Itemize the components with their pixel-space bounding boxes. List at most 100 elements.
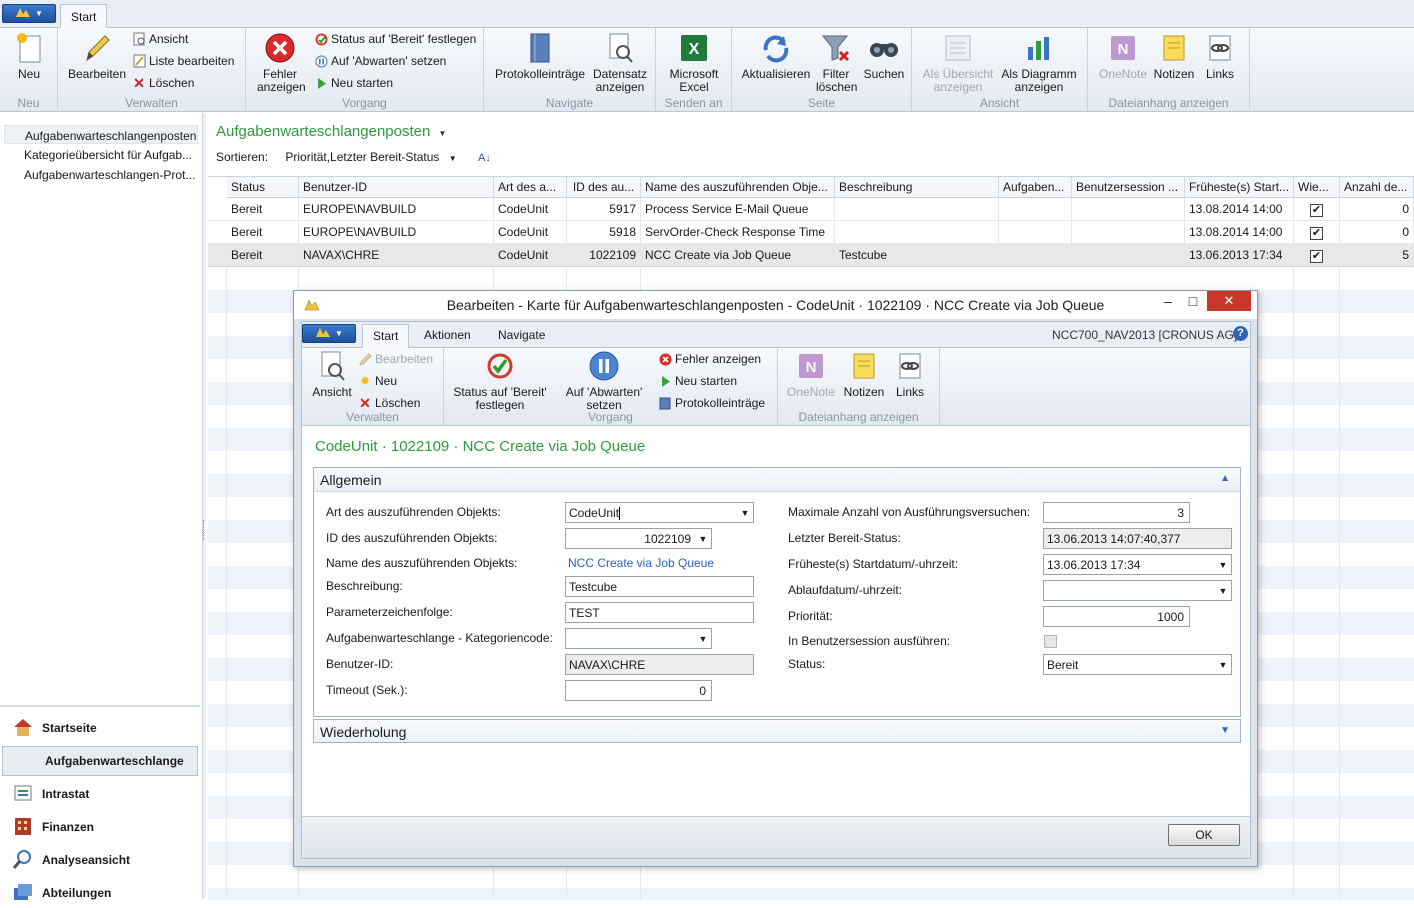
- dialog-notes-button[interactable]: Notizen: [840, 350, 888, 399]
- error-icon: [264, 32, 296, 64]
- nav-section-departments[interactable]: Abteilungen: [0, 878, 200, 908]
- page-title[interactable]: Aufgabenwarteschlangenposten ▼: [216, 123, 446, 140]
- column-header-object-type[interactable]: Art des a...: [494, 177, 567, 198]
- dialog-tab-actions[interactable]: Aktionen: [414, 324, 481, 349]
- set-status-ready-button[interactable]: Status auf 'Bereit' festlegen: [314, 30, 476, 48]
- notes-button[interactable]: Notizen: [1150, 32, 1198, 81]
- table-row[interactable]: Bereit EUROPE\NAVBUILD CodeUnit 5917 Pro…: [208, 198, 1414, 221]
- show-as-list-button[interactable]: Als Übersicht anzeigen: [920, 32, 996, 94]
- column-header-object-id[interactable]: ID des au...: [567, 177, 641, 198]
- log-entries-button[interactable]: Protokolleinträge: [494, 32, 586, 81]
- dialog-show-error-button[interactable]: Fehler anzeigen: [658, 350, 761, 368]
- minimize-button[interactable]: –: [1158, 291, 1178, 311]
- priority-input[interactable]: 1000: [1043, 606, 1190, 627]
- view-button[interactable]: Ansicht: [132, 30, 188, 48]
- maximize-button[interactable]: □: [1182, 291, 1204, 311]
- onenote-button[interactable]: N OneNote: [1096, 32, 1150, 81]
- nav-section-home[interactable]: Startseite: [0, 713, 200, 743]
- nav-splitter[interactable]: [203, 113, 206, 899]
- dialog-tab-start[interactable]: Start: [362, 324, 410, 348]
- category-code-select[interactable]: ▼: [565, 628, 712, 649]
- group-seite: Aktualisieren Filter löschen Suchen Seit…: [732, 28, 912, 112]
- application-menu-button[interactable]: ▼: [2, 4, 56, 23]
- column-header-attempts[interactable]: Anzahl de...: [1340, 177, 1414, 198]
- recurring-checkbox[interactable]: ✔: [1310, 227, 1323, 240]
- description-input[interactable]: Testcube: [565, 576, 754, 597]
- ok-button[interactable]: OK: [1168, 824, 1240, 846]
- nav-section-job-queue[interactable]: Aufgabenwarteschlange: [2, 746, 198, 776]
- column-header-user-session[interactable]: Benutzersession ...: [1072, 177, 1185, 198]
- delete-button[interactable]: ✕ Löschen: [132, 74, 194, 92]
- object-type-select[interactable]: CodeUnit ▼: [565, 502, 754, 523]
- show-error-button[interactable]: Fehler anzeigen: [252, 32, 308, 94]
- close-button[interactable]: ✕: [1207, 291, 1251, 311]
- onenote-icon: N: [795, 350, 827, 382]
- object-id-value: 1022109: [644, 532, 691, 546]
- dialog-tab-navigate[interactable]: Navigate: [488, 324, 555, 349]
- nav-section-intrastat[interactable]: Intrastat: [0, 779, 200, 809]
- column-header-user-id[interactable]: Benutzer-ID: [299, 177, 494, 198]
- recurring-checkbox[interactable]: ✔: [1310, 250, 1323, 263]
- expiration-picker[interactable]: ▼: [1043, 580, 1232, 601]
- nav-link-job-queue-entries[interactable]: Aufgabenwarteschlangenposten: [4, 125, 198, 144]
- fasttab-general-header[interactable]: Allgemein ▲: [313, 467, 1241, 491]
- dialog-set-ready-button[interactable]: Status auf 'Bereit' festlegen: [450, 350, 550, 412]
- help-icon[interactable]: ?: [1233, 326, 1248, 341]
- table-row[interactable]: Bereit EUROPE\NAVBUILD CodeUnit 5918 Ser…: [208, 221, 1414, 244]
- refresh-button[interactable]: Aktualisieren: [740, 32, 812, 81]
- timeout-input[interactable]: 0: [565, 680, 712, 701]
- dialog-edit-button[interactable]: Bearbeiten: [358, 350, 433, 368]
- nav-link-category-overview[interactable]: Kategorieübersicht für Aufgab...: [4, 145, 198, 164]
- nav-section-finance[interactable]: Finanzen: [0, 812, 200, 842]
- new-star-icon: ✸: [359, 374, 371, 388]
- pencil-icon: [358, 352, 372, 366]
- max-attempts-input[interactable]: 3: [1043, 502, 1190, 523]
- run-in-user-session-checkbox[interactable]: [1044, 635, 1057, 648]
- delete-x-icon: ✕: [359, 394, 371, 411]
- excel-button[interactable]: X Microsoft Excel: [662, 32, 726, 94]
- clear-filter-button[interactable]: Filter löschen: [814, 32, 858, 94]
- dialog-view-button[interactable]: Ansicht: [308, 350, 356, 399]
- dialog-links-button[interactable]: Links: [890, 350, 930, 399]
- new-button[interactable]: Neu: [6, 32, 52, 81]
- edit-button[interactable]: Bearbeiten: [66, 32, 128, 81]
- restart-button[interactable]: Neu starten: [314, 74, 393, 92]
- column-header-category[interactable]: Aufgaben...: [999, 177, 1072, 198]
- earliest-start-picker[interactable]: 13.06.2013 17:34 ▼: [1043, 554, 1232, 575]
- edit-list-button[interactable]: Liste bearbeiten: [132, 52, 234, 70]
- set-on-hold-button[interactable]: Auf 'Abwarten' setzen: [314, 52, 446, 70]
- table-row-selected[interactable]: Bereit NAVAX\CHRE CodeUnit 1022109 NCC C…: [208, 244, 1414, 267]
- nav-link-job-queue-log[interactable]: Aufgabenwarteschlangen-Prot...: [4, 165, 198, 184]
- cell-user-session: [1072, 198, 1185, 221]
- excel-icon: X: [678, 32, 710, 64]
- edit-list-icon: [132, 54, 146, 68]
- links-button[interactable]: Links: [1200, 32, 1240, 81]
- dialog-titlebar[interactable]: Bearbeiten - Karte für Aufgabenwarteschl…: [294, 291, 1257, 319]
- dialog-view-label: Ansicht: [312, 385, 352, 399]
- nav-section-analysis[interactable]: Analyseansicht: [0, 845, 200, 875]
- recurring-checkbox[interactable]: ✔: [1310, 204, 1323, 217]
- show-record-button[interactable]: Datensatz anzeigen: [588, 32, 652, 94]
- show-as-chart-button[interactable]: Als Diagramm anzeigen: [1000, 32, 1078, 94]
- column-header-earliest-start[interactable]: Früheste(s) Start...: [1185, 177, 1294, 198]
- fasttab-recurrence-header[interactable]: Wiederholung ▼: [313, 719, 1241, 743]
- column-header-recurring[interactable]: Wie...: [1294, 177, 1340, 198]
- dialog-restart-button[interactable]: Neu starten: [658, 372, 737, 390]
- links-label: Links: [1205, 67, 1234, 81]
- column-header-description[interactable]: Beschreibung: [835, 177, 999, 198]
- dialog-app-menu-button[interactable]: ▼: [302, 324, 356, 343]
- dialog-on-hold-button[interactable]: Auf 'Abwarten' setzen: [552, 350, 656, 412]
- status-select[interactable]: Bereit ▼: [1043, 654, 1232, 675]
- object-id-select[interactable]: 1022109 ▼: [565, 528, 712, 549]
- dialog-new-button[interactable]: ✸ Neu: [358, 372, 397, 390]
- parameter-string-input[interactable]: TEST: [565, 602, 754, 623]
- tab-start[interactable]: Start: [60, 4, 108, 29]
- sort-order-icon[interactable]: A↓: [478, 152, 491, 164]
- search-button[interactable]: Suchen: [860, 32, 908, 81]
- column-header-object-name[interactable]: Name des auszuführenden Obje...: [641, 177, 835, 198]
- dialog-onenote-button[interactable]: N OneNote: [784, 350, 838, 399]
- link-icon: [894, 350, 926, 382]
- object-name-link[interactable]: NCC Create via Job Queue: [568, 556, 714, 570]
- sort-dropdown[interactable]: Priorität,Letzter Bereit-Status ▼: [285, 150, 460, 164]
- column-header-status[interactable]: Status: [227, 177, 299, 198]
